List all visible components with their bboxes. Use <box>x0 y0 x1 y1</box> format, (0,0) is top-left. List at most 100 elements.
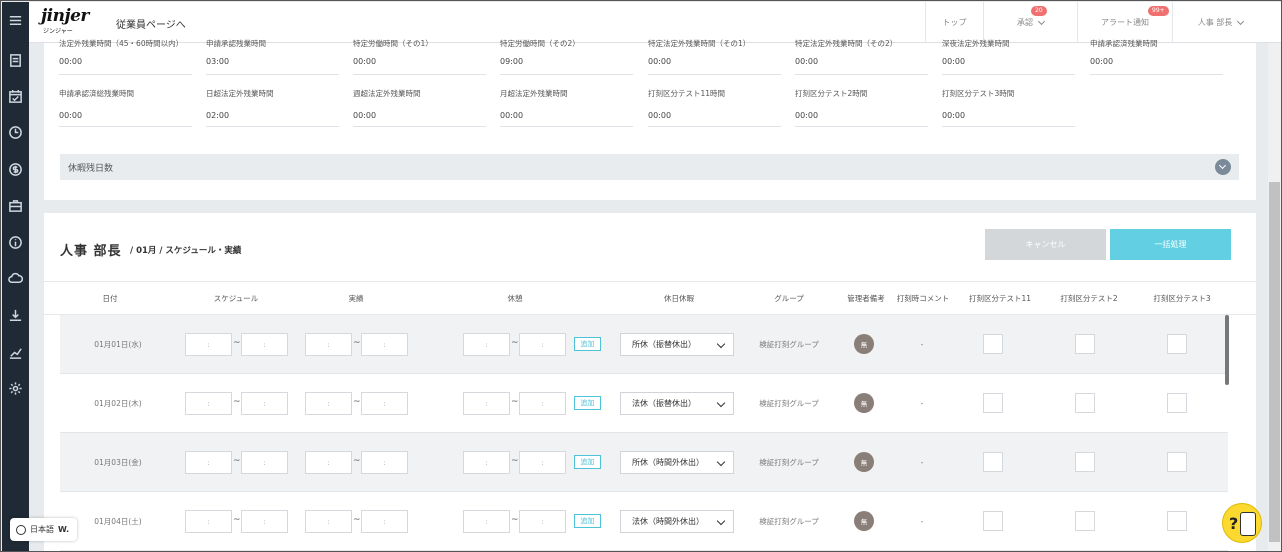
schedule-end-input[interactable]: : <box>241 451 288 474</box>
add-break-button[interactable]: 追加 <box>574 514 601 528</box>
employee-page-link[interactable]: 従業員ページへ <box>116 16 186 31</box>
holiday-select[interactable]: 法休（振替休出） <box>620 392 734 415</box>
schedule-card: 人事 部長 / 01月 / スケジュール・実績 キャンセル 一括処理 日付 スケジ… <box>44 213 1256 551</box>
holiday-select[interactable]: 所休（時間外休出） <box>620 451 734 474</box>
punch-test-3-input[interactable] <box>1167 511 1187 531</box>
add-break-button[interactable]: 追加 <box>574 455 601 469</box>
schedule-end-input[interactable]: : <box>241 510 288 533</box>
break-start-input[interactable]: : <box>463 451 510 474</box>
jinjer-logo[interactable]: jinjer ジンジャー <box>41 6 91 38</box>
break-end-input[interactable]: : <box>519 392 566 415</box>
manager-note-badge[interactable]: 無 <box>854 334 874 354</box>
tilde-separator: ~ <box>353 515 361 525</box>
punch-test-1-input[interactable] <box>983 334 1003 354</box>
help-question-icon: ? <box>1229 513 1239 533</box>
summary-field-value: 03:00 <box>206 57 230 66</box>
cloud-icon[interactable] <box>6 269 25 288</box>
manager-note-badge[interactable]: 無 <box>854 511 874 531</box>
table-scrollbar-thumb[interactable] <box>1225 315 1229 385</box>
schedule-start-input[interactable]: : <box>185 451 232 474</box>
punch-test-1-input[interactable] <box>983 452 1003 472</box>
punch-test-2-input[interactable] <box>1075 393 1095 413</box>
actual-start-input[interactable]: : <box>305 392 352 415</box>
summary-field: 打刻区分テスト3時間 00:00 <box>942 87 1075 127</box>
actual-end-input[interactable]: : <box>361 392 408 415</box>
actual-end-input[interactable]: : <box>361 451 408 474</box>
actual-end-input[interactable]: : <box>361 510 408 533</box>
manager-note-badge[interactable]: 無 <box>854 393 874 413</box>
summary-field-value: 02:00 <box>206 111 230 120</box>
menu-icon[interactable] <box>6 11 25 30</box>
column-header: 休憩 <box>507 294 523 303</box>
nav-alerts[interactable]: アラート通知 99+ <box>1077 2 1172 43</box>
briefcase-icon[interactable] <box>6 196 25 215</box>
summary-field-label: 日超法定外残業時間 <box>206 89 274 98</box>
break-end-input[interactable]: : <box>519 333 566 356</box>
actual-start-input[interactable]: : <box>305 451 352 474</box>
nav-user-menu[interactable]: 人事 部長 <box>1172 2 1268 43</box>
summary-field: 打刻区分テスト11時間 00:00 <box>648 87 781 127</box>
clipboard-icon[interactable] <box>6 51 25 70</box>
summary-field: 特定労働時間（その2） 09:00 <box>500 39 633 75</box>
tilde-separator: ~ <box>511 515 519 525</box>
summary-field: 週超法定外残業時間 00:00 <box>353 87 486 127</box>
punch-test-2-input[interactable] <box>1075 452 1095 472</box>
table-row: 01月02日(木): ~:: ~:: ~: 追加 法休（振替休出） 検証打刻グループ無 - <box>60 374 1228 433</box>
punch-test-1-input[interactable] <box>983 393 1003 413</box>
leave-balance-section[interactable]: 休暇残日数 <box>60 154 1239 180</box>
alerts-badge: 99+ <box>1148 6 1169 16</box>
bulk-process-button[interactable]: 一括処理 <box>1110 229 1231 260</box>
actual-start-input[interactable]: : <box>305 333 352 356</box>
break-start-input[interactable]: : <box>463 510 510 533</box>
actual-end-input[interactable]: : <box>361 333 408 356</box>
nav-approval[interactable]: 承認 20 <box>983 2 1077 43</box>
punch-test-2-input[interactable] <box>1075 511 1095 531</box>
chevron-down-icon <box>716 398 726 408</box>
summary-field: 打刻区分テスト2時間 00:00 <box>795 87 928 127</box>
add-break-button[interactable]: 追加 <box>574 337 601 351</box>
schedule-start-input[interactable]: : <box>185 510 232 533</box>
punch-test-3-input[interactable] <box>1167 334 1187 354</box>
language-selector[interactable]: 日本語 W. <box>10 518 77 541</box>
chevron-down-icon[interactable] <box>1215 159 1231 175</box>
break-end-input[interactable]: : <box>519 510 566 533</box>
break-end-input[interactable]: : <box>519 451 566 474</box>
schedule-end-input[interactable]: : <box>241 392 288 415</box>
cancel-button[interactable]: キャンセル <box>985 229 1106 260</box>
summary-field-label: 打刻区分テスト3時間 <box>942 89 1015 98</box>
holiday-select[interactable]: 法休（時間外休出） <box>620 510 734 533</box>
chart-icon[interactable] <box>6 343 25 362</box>
info-icon[interactable] <box>6 233 25 252</box>
manager-note-badge[interactable]: 無 <box>854 452 874 472</box>
gear-icon[interactable] <box>6 379 25 398</box>
dollar-icon[interactable] <box>6 160 25 179</box>
break-start-input[interactable]: : <box>463 333 510 356</box>
punch-comment: - <box>920 399 924 408</box>
clock-icon[interactable] <box>6 123 25 142</box>
column-header: スケジュール <box>213 294 259 303</box>
schedule-start-input[interactable]: : <box>185 333 232 356</box>
table-row: 01月04日(土): ~:: ~:: ~: 追加 法休（時間外休出） 検証打刻グループ無 - <box>60 492 1228 551</box>
help-button[interactable]: ? <box>1222 503 1262 543</box>
nav-alerts-label: アラート通知 <box>1101 18 1149 27</box>
nav-top[interactable]: トップ <box>925 2 983 43</box>
row-group: 検証打刻グループ <box>759 340 819 349</box>
schedule-start-input[interactable]: : <box>185 392 232 415</box>
download-icon[interactable] <box>6 306 25 325</box>
punch-test-3-input[interactable] <box>1167 393 1187 413</box>
column-header: 実績 <box>348 294 364 303</box>
page-scrollbar-thumb[interactable] <box>1269 182 1280 542</box>
punch-test-3-input[interactable] <box>1167 452 1187 472</box>
punch-test-2-input[interactable] <box>1075 334 1095 354</box>
punch-test-1-input[interactable] <box>983 511 1003 531</box>
holiday-select[interactable]: 所休（振替休出） <box>620 333 734 356</box>
schedule-end-input[interactable]: : <box>241 333 288 356</box>
add-break-button[interactable]: 追加 <box>574 396 601 410</box>
calendar-check-icon[interactable] <box>6 87 25 106</box>
actual-start-input[interactable]: : <box>305 510 352 533</box>
summary-field-label: 申請承認済残業時間 <box>1090 39 1158 48</box>
break-start-input[interactable]: : <box>463 392 510 415</box>
summary-field-label: 特定労働時間（その2） <box>500 39 580 48</box>
column-header: 打刻区分テスト11 <box>968 294 1032 303</box>
holiday-select-value: 法休（時間外休出） <box>632 517 704 526</box>
